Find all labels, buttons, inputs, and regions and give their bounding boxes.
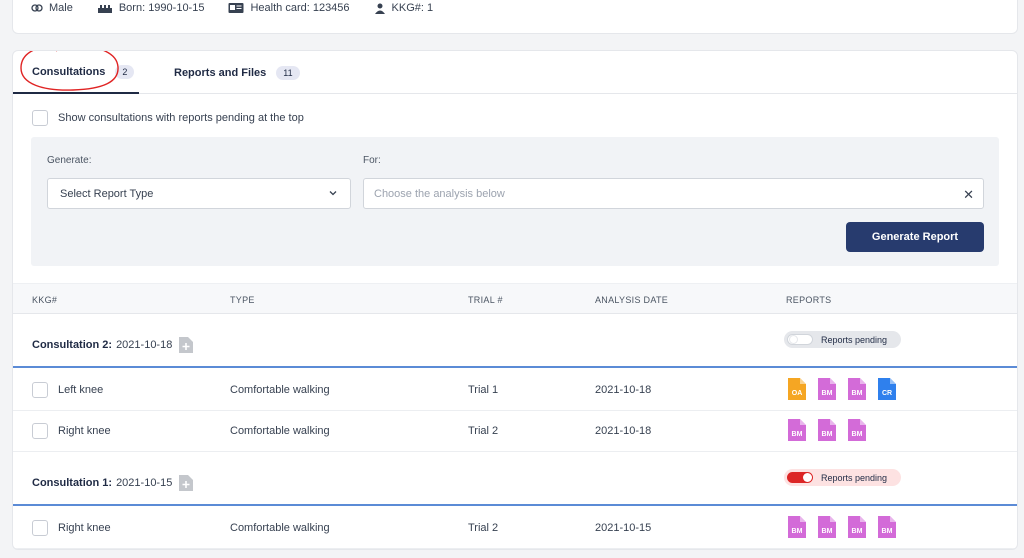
born-item: Born: 1990-10-15	[97, 2, 205, 14]
close-icon[interactable]: ✕	[963, 187, 974, 203]
bm-report-icon[interactable]: BM	[878, 516, 896, 538]
consultation-name: Consultation 2:	[32, 339, 113, 351]
kkg-item: KKG#: 1	[374, 2, 434, 14]
row-kkg: Right knee	[58, 425, 111, 437]
report-icons: BM BM BM BM	[788, 516, 908, 538]
reports-pending-toggle[interactable]: Reports pending	[784, 331, 901, 348]
consultation-title: Consultation 2: 2021-10-18	[32, 337, 194, 353]
birthday-cake-icon	[97, 5, 112, 13]
analysis-input[interactable]: Choose the analysis below ✕	[363, 178, 984, 209]
row-trial: Trial 2	[468, 425, 499, 437]
bm-report-icon[interactable]: BM	[818, 378, 836, 400]
gender-item: Male	[31, 2, 73, 14]
row-date: 2021-10-15	[595, 522, 652, 534]
row-type: Comfortable walking	[230, 522, 330, 534]
row-date: 2021-10-18	[595, 425, 652, 437]
bm-report-icon[interactable]: BM	[848, 378, 866, 400]
row-checkbox[interactable]	[32, 423, 48, 439]
bm-report-icon[interactable]: BM	[848, 516, 866, 538]
table-header: KKG# TYPE TRIAL # ANALYSIS DATE REPORTS	[13, 283, 1017, 314]
consultation-group-header: Consultation 2: 2021-10-18 Reports pendi…	[13, 314, 1017, 368]
consultation-date: 2021-10-15	[116, 477, 173, 489]
pending-top-label: Show consultations with reports pending …	[58, 112, 304, 124]
col-analysis-date: ANALYSIS DATE	[595, 295, 669, 305]
analysis-placeholder: Choose the analysis below	[374, 187, 505, 200]
row-checkbox[interactable]	[32, 382, 48, 398]
row-trial: Trial 1	[468, 384, 499, 396]
oa-report-icon[interactable]: OA	[788, 378, 806, 400]
bm-report-icon[interactable]: BM	[818, 419, 836, 441]
tab-reports-label: Reports and Files	[174, 66, 267, 79]
col-type: TYPE	[230, 295, 255, 305]
born-text: Born: 1990-10-15	[118, 2, 205, 14]
for-label: For:	[363, 155, 381, 166]
toggle-switch[interactable]	[787, 334, 813, 345]
add-document-icon[interactable]	[179, 337, 194, 353]
report-icons: OA BM BM CR	[788, 378, 908, 400]
add-document-icon[interactable]	[179, 475, 194, 491]
bm-report-icon[interactable]: BM	[788, 516, 806, 538]
table-row[interactable]: Right knee Comfortable walking Trial 2 2…	[13, 508, 1017, 549]
row-kkg: Right knee	[58, 522, 111, 534]
gender-text: Male	[49, 2, 73, 14]
generate-label: Generate:	[47, 155, 92, 166]
row-date: 2021-10-18	[595, 384, 652, 396]
gender-icon	[31, 4, 43, 12]
generate-report-panel: Generate: For: Select Report Type Choose…	[31, 137, 999, 266]
table-row[interactable]: Right knee Comfortable walking Trial 2 2…	[13, 411, 1017, 452]
patient-info-card: Male Born: 1990-10-15 Health card: 12345…	[12, 0, 1018, 34]
col-reports: REPORTS	[786, 295, 832, 305]
report-icons: BM BM BM	[788, 419, 878, 441]
row-checkbox[interactable]	[32, 520, 48, 536]
toggle-switch[interactable]	[787, 472, 813, 483]
consultations-card: Consultations 2 Reports and Files 11 Sho…	[12, 50, 1018, 550]
bm-report-icon[interactable]: BM	[848, 419, 866, 441]
pending-top-checkbox[interactable]	[32, 110, 48, 126]
health-card-text: Health card: 123456	[250, 2, 350, 14]
col-trial: TRIAL #	[468, 295, 503, 305]
tab-consultations[interactable]: Consultations 2	[13, 51, 139, 94]
table-row[interactable]: Left knee Comfortable walking Trial 1 20…	[13, 370, 1017, 411]
tab-consultations-label: Consultations	[32, 65, 106, 78]
bm-report-icon[interactable]: BM	[788, 419, 806, 441]
health-card-item: Health card: 123456	[228, 2, 350, 14]
reports-pending-label: Reports pending	[821, 472, 888, 483]
row-kkg: Left knee	[58, 384, 104, 396]
report-type-select[interactable]: Select Report Type	[47, 178, 351, 209]
row-type: Comfortable walking	[230, 425, 330, 437]
user-icon	[374, 3, 385, 14]
tab-reports-and-files[interactable]: Reports and Files 11	[161, 51, 311, 94]
consultation-title: Consultation 1: 2021-10-15	[32, 475, 194, 491]
generate-report-button[interactable]: Generate Report	[846, 222, 984, 252]
bm-report-icon[interactable]: BM	[818, 516, 836, 538]
cr-report-icon[interactable]: CR	[878, 378, 896, 400]
tab-consultations-count: 2	[115, 64, 135, 79]
row-type: Comfortable walking	[230, 384, 330, 396]
report-type-value: Select Report Type	[60, 187, 154, 200]
reports-pending-toggle[interactable]: Reports pending	[784, 469, 901, 486]
pending-top-option[interactable]: Show consultations with reports pending …	[32, 110, 304, 126]
chevron-down-icon	[329, 191, 337, 196]
consultation-group-header: Consultation 1: 2021-10-15 Reports pendi…	[13, 452, 1017, 506]
tab-bar: Consultations 2 Reports and Files 11	[13, 51, 1017, 94]
id-card-icon	[228, 3, 244, 13]
col-kkg: KKG#	[32, 295, 58, 305]
reports-pending-label: Reports pending	[821, 334, 888, 345]
tab-reports-count: 11	[276, 65, 300, 80]
consultation-name: Consultation 1:	[32, 477, 113, 489]
row-trial: Trial 2	[468, 522, 499, 534]
consultation-date: 2021-10-18	[116, 339, 173, 351]
patient-info: Male Born: 1990-10-15 Health card: 12345…	[31, 2, 457, 14]
kkg-text: KKG#: 1	[391, 2, 434, 14]
